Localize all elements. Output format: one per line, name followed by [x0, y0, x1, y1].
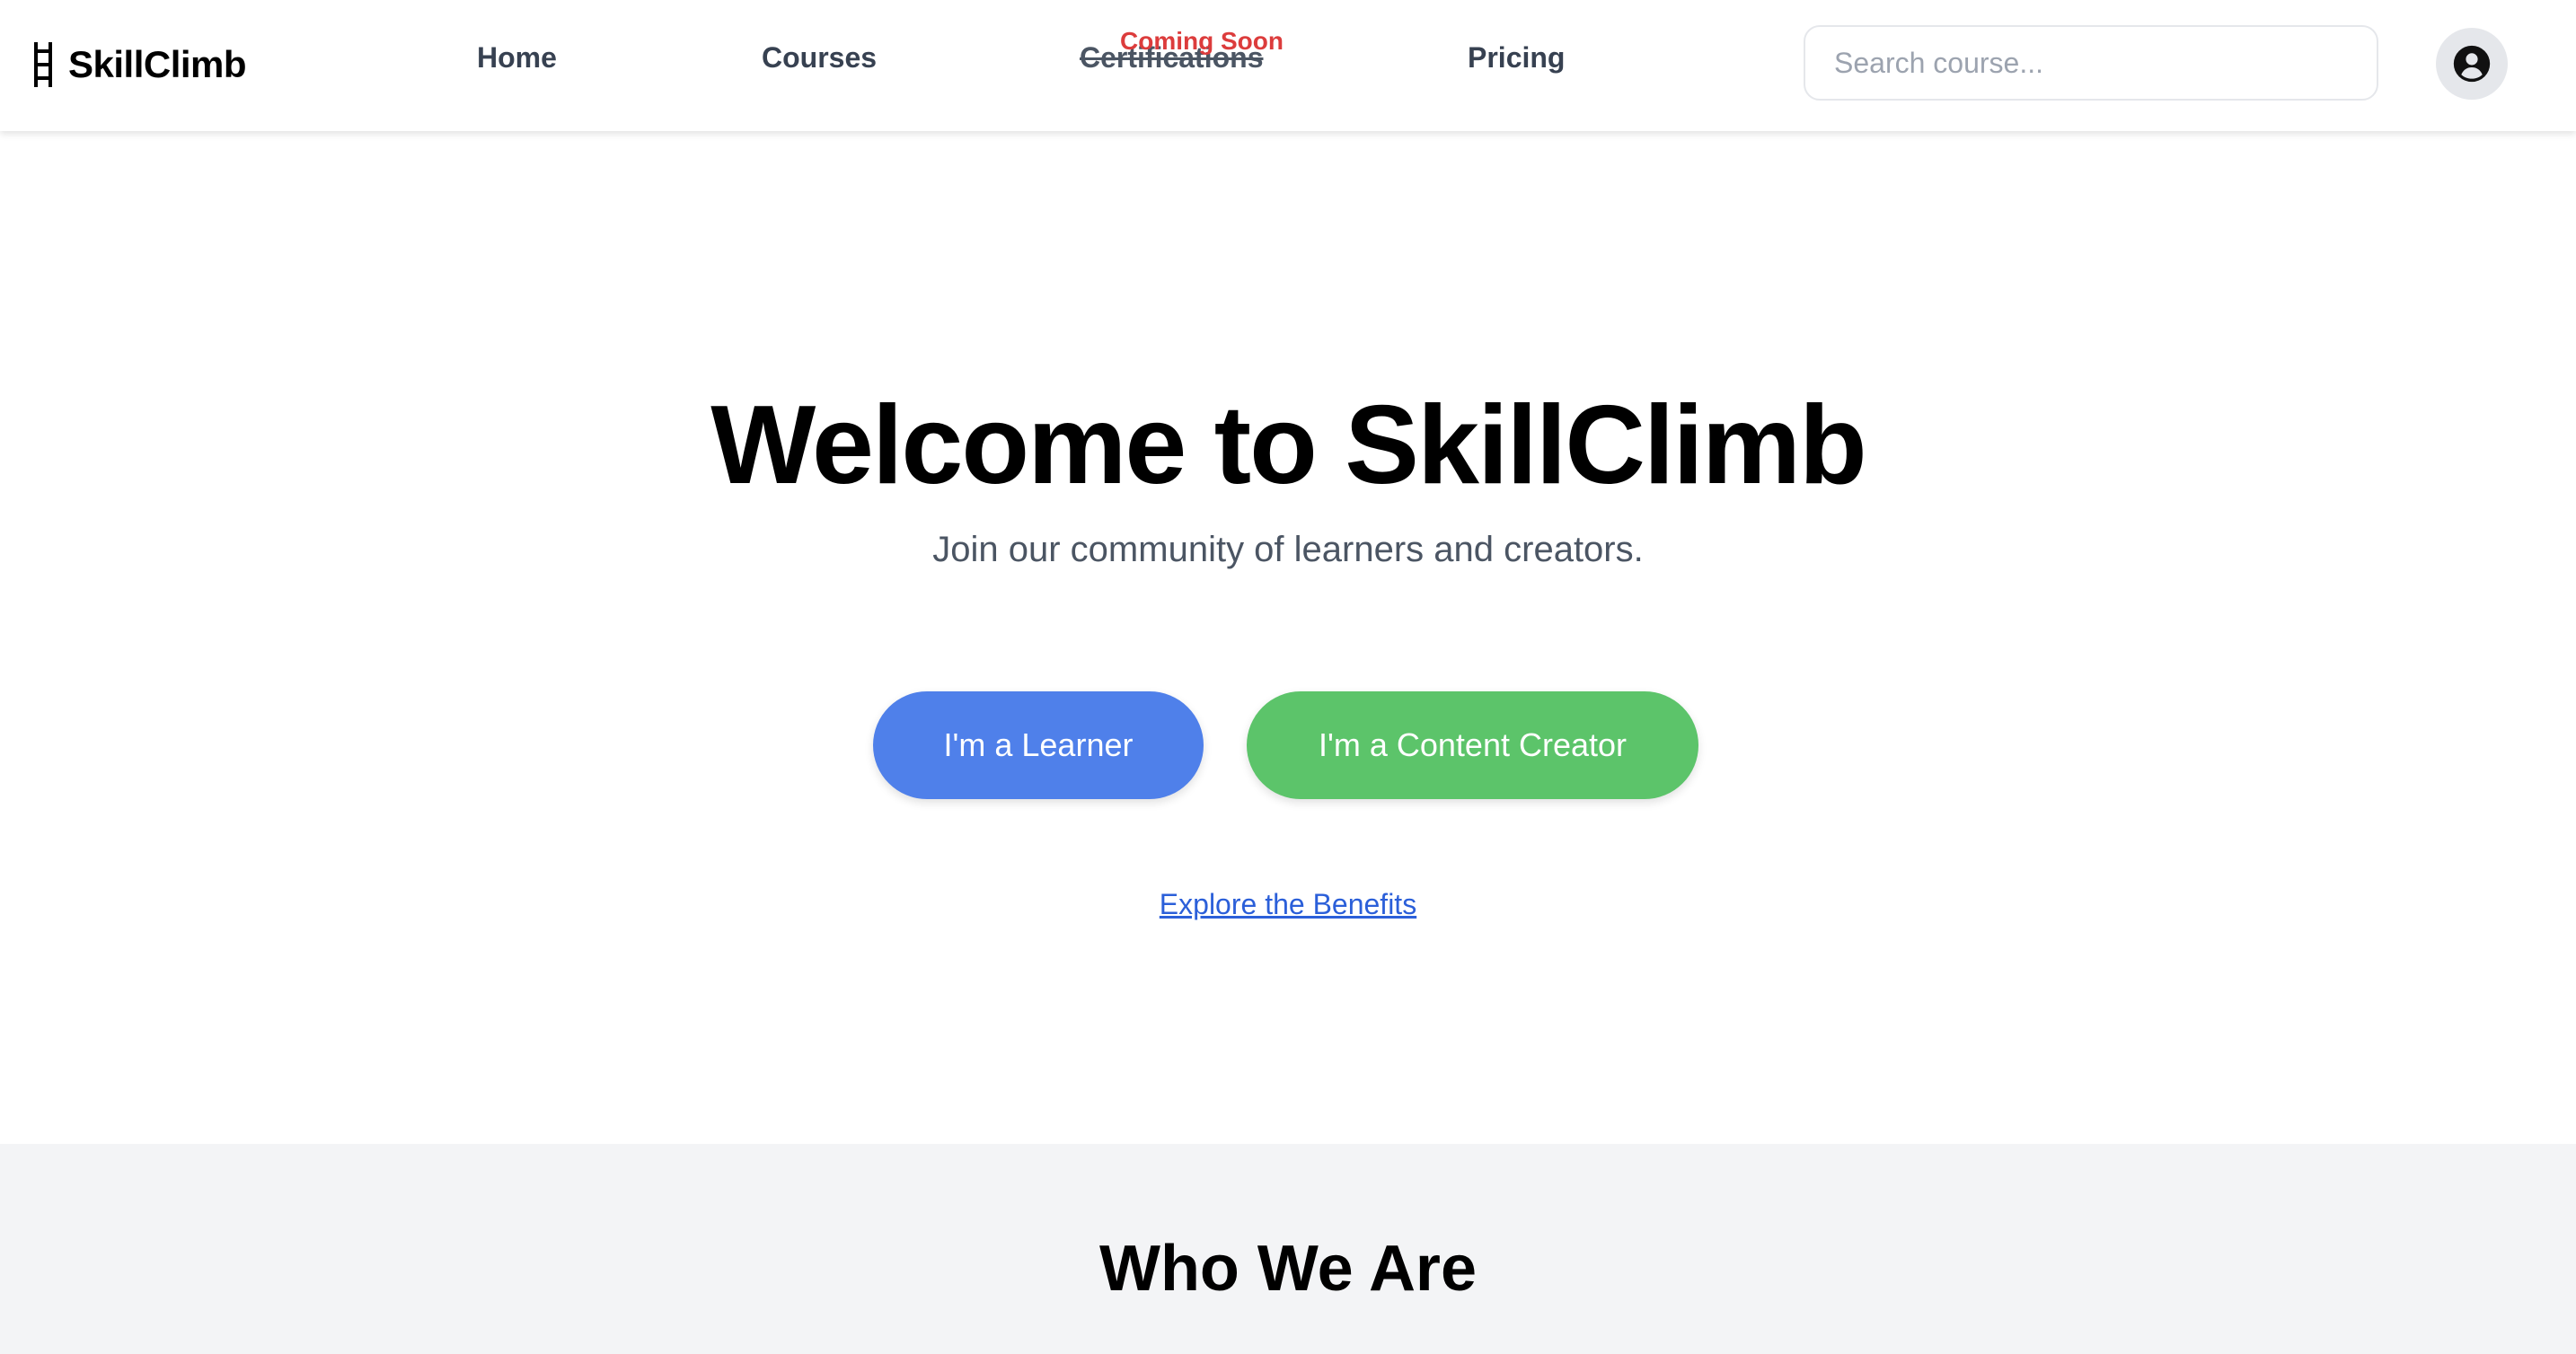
nav-link-courses[interactable]: Courses	[762, 41, 877, 75]
content-creator-button[interactable]: I'm a Content Creator	[1247, 691, 1698, 799]
nav-link-pricing[interactable]: Pricing	[1468, 41, 1565, 75]
account-button[interactable]	[2436, 28, 2508, 100]
user-circle-icon	[2453, 45, 2491, 83]
search-input[interactable]	[1804, 25, 2378, 101]
who-we-are-section: Who We Are	[0, 1144, 2576, 1354]
brand-logo[interactable]: SkillClimb	[32, 38, 247, 92]
top-navbar: SkillClimb Home Courses Certifications C…	[0, 0, 2576, 131]
hero-subtitle: Join our community of learners and creat…	[932, 530, 1644, 569]
learner-button[interactable]: I'm a Learner	[873, 691, 1204, 799]
explore-benefits-link[interactable]: Explore the Benefits	[1160, 888, 1416, 920]
coming-soon-badge: Coming Soon	[1120, 27, 1284, 55]
ladder-icon	[34, 42, 52, 87]
explore-benefits-container: Explore the Benefits	[0, 887, 2576, 921]
hero-section: Welcome to SkillClimb Join our community…	[0, 131, 2576, 1144]
hero-title: Welcome to SkillClimb	[710, 383, 1867, 507]
nav-link-home[interactable]: Home	[477, 41, 557, 75]
who-we-are-title: Who We Are	[1098, 1233, 1477, 1305]
brand-name: SkillClimb	[68, 43, 247, 85]
